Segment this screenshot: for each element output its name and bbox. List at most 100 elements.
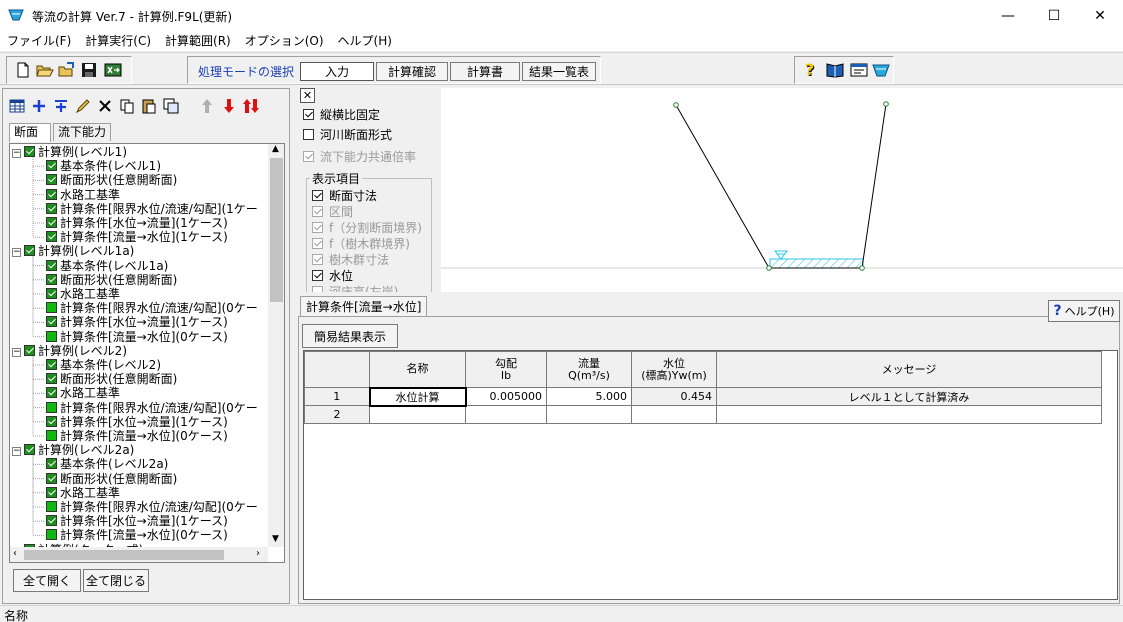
tree-item[interactable]: 断面形状(任意開断面) — [46, 173, 177, 187]
mode-result-list-button[interactable]: 結果一覧表 — [522, 62, 596, 81]
tree-checkbox[interactable] — [46, 472, 57, 484]
option-fixed-aspect[interactable]: 縦横比固定 — [303, 106, 380, 124]
scroll-right-icon[interactable]: › — [256, 548, 260, 559]
row-number[interactable]: 2 — [304, 405, 370, 424]
fixed-aspect-checkbox[interactable] — [303, 109, 314, 120]
display-item-checkbox[interactable] — [312, 190, 323, 201]
tree-checkbox[interactable] — [46, 217, 57, 228]
menu-calc-range[interactable]: 計算範囲(R) — [158, 31, 238, 51]
cell-flow[interactable] — [546, 405, 632, 424]
collapse-icon[interactable]: − — [12, 447, 21, 457]
mode-input-button[interactable]: 入力 — [300, 62, 374, 81]
help-question-icon[interactable]: ?? — [801, 60, 821, 80]
tree-group-node[interactable]: − 計算例(レベル2a) — [12, 443, 134, 457]
tree-checkbox[interactable] — [46, 302, 57, 314]
tree-checkbox[interactable] — [46, 202, 57, 214]
tree-item[interactable]: 断面形状(任意開断面) — [46, 273, 177, 287]
tree-item[interactable]: 断面形状(任意開断面) — [46, 472, 177, 486]
cell-slope[interactable]: 0.005000 — [465, 387, 547, 406]
tree-item[interactable]: 水路工基準 — [46, 188, 120, 202]
tree-group-node[interactable]: − 計算例(レベル1a) — [12, 244, 134, 258]
export-icon[interactable] — [103, 60, 123, 80]
tree-checkbox[interactable] — [46, 415, 57, 427]
tree-checkbox[interactable] — [46, 529, 57, 541]
section-drawing-canvas[interactable] — [441, 88, 1123, 292]
tree-item[interactable]: 計算条件[水位→流量](1ケース) — [46, 216, 228, 230]
tree-checkbox[interactable] — [46, 330, 57, 342]
tree-checkbox[interactable] — [46, 288, 57, 299]
scroll-down-icon[interactable]: ▼ — [272, 534, 279, 544]
tree-horizontal-scroll-thumb[interactable] — [24, 550, 224, 560]
tree-item[interactable]: 計算条件[水位→流量](1ケース) — [46, 415, 228, 429]
manual-book-icon[interactable] — [825, 60, 845, 80]
cell-name[interactable]: 水位計算 — [368, 386, 467, 407]
tree-checkbox[interactable] — [46, 273, 57, 285]
tree-checkbox[interactable] — [46, 458, 57, 470]
tree-item[interactable]: 計算条件[限界水位/流速/勾配](0ケー — [46, 401, 258, 415]
close-button[interactable]: ✕ — [1077, 0, 1123, 31]
new-file-icon[interactable] — [13, 60, 33, 80]
tree-checkbox[interactable] — [46, 231, 57, 243]
tree-item[interactable]: 水路工基準 — [46, 486, 120, 500]
table-row[interactable]: 1 水位計算 0.005000 5.000 0.454 レベル１として計算済み — [304, 386, 1102, 407]
tree-item[interactable]: 計算条件[流量→水位](0ケース) — [46, 528, 228, 542]
tree-checkbox[interactable] — [46, 401, 57, 413]
tree-checkbox[interactable] — [24, 146, 35, 157]
row-number[interactable]: 1 — [304, 387, 370, 406]
cell-flow[interactable]: 5.000 — [546, 387, 632, 406]
tree-checkbox[interactable] — [46, 359, 57, 370]
edit-pencil-icon[interactable] — [73, 95, 93, 117]
tree-item[interactable]: 水路工基準 — [46, 386, 120, 400]
tree-checkbox[interactable] — [46, 316, 57, 328]
menu-calc-run[interactable]: 計算実行(C) — [78, 31, 158, 51]
app-icon[interactable] — [871, 60, 891, 80]
collapse-icon[interactable]: − — [12, 347, 21, 357]
tree-checkbox[interactable] — [46, 501, 57, 512]
display-item-option[interactable]: 水位 — [312, 268, 353, 284]
tree-horizontal-scrollbar[interactable]: ‹ › — [10, 547, 268, 562]
delete-x-icon[interactable] — [95, 95, 115, 117]
tree-item[interactable]: 計算条件[水位→流量](1ケース) — [46, 514, 228, 528]
simple-result-button[interactable]: 簡易結果表示 — [302, 324, 398, 348]
tree-item[interactable]: 計算条件[水位→流量](1ケース) — [46, 315, 228, 329]
tree-checkbox[interactable] — [46, 486, 57, 498]
tree-item[interactable]: 基本条件(レベル2a) — [46, 457, 168, 471]
table-view-icon[interactable] — [7, 95, 27, 117]
river-section-checkbox[interactable] — [303, 129, 314, 140]
open-folder-icon[interactable] — [35, 60, 55, 80]
menu-file[interactable]: ファイル(F) — [0, 31, 78, 51]
maximize-button[interactable]: ☐ — [1031, 0, 1077, 31]
tree-checkbox[interactable] — [46, 373, 57, 385]
tree-vertical-scroll-thumb[interactable] — [270, 158, 283, 302]
tree-item[interactable]: 断面形状(任意開断面) — [46, 372, 177, 386]
tree-checkbox[interactable] — [24, 344, 35, 356]
help-button[interactable]: ? ヘルプ(H) — [1048, 300, 1120, 322]
tree-item[interactable]: 計算条件[流量→水位](0ケース) — [46, 429, 228, 443]
move-up-icon[interactable] — [197, 95, 217, 117]
scroll-left-icon[interactable]: ‹ — [13, 548, 17, 559]
tree-checkbox[interactable] — [46, 515, 57, 527]
close-options-button[interactable]: ✕ — [300, 88, 315, 103]
duplicate-icon[interactable] — [161, 95, 181, 117]
menu-option[interactable]: オプション(O) — [238, 31, 331, 51]
option-river-section[interactable]: 河川断面形式 — [303, 126, 392, 144]
tree-group-node[interactable]: − 計算例(レベル2) — [12, 344, 127, 358]
collapse-icon[interactable]: − — [12, 248, 21, 258]
tree-vertical-scrollbar[interactable]: ▲ ▼ — [268, 144, 284, 547]
swap-icon[interactable] — [241, 95, 261, 117]
tab-section[interactable]: 断面 — [9, 123, 51, 142]
move-down-icon[interactable] — [219, 95, 239, 117]
minimize-button[interactable]: — — [985, 0, 1031, 31]
expand-all-button[interactable]: 全て開く — [13, 569, 81, 592]
tree-item[interactable]: 計算条件[限界水位/流速/勾配](0ケー — [46, 500, 258, 514]
mode-report-button[interactable]: 計算書 — [450, 62, 520, 81]
cell-slope[interactable] — [465, 405, 547, 424]
tree-checkbox[interactable] — [46, 387, 57, 399]
scroll-up-icon[interactable]: ▲ — [272, 144, 279, 154]
cell-name[interactable] — [369, 405, 466, 424]
tab-flow-capacity[interactable]: 流下能力 — [53, 123, 111, 141]
tab-calc-flow-to-level[interactable]: 計算条件[流量→水位] — [300, 296, 428, 316]
tree-item[interactable]: 計算条件[限界水位/流速/勾配](1ケー — [46, 202, 258, 216]
tree-group-node[interactable]: − 計算例(レベル1) — [12, 145, 127, 159]
menu-help[interactable]: ヘルプ(H) — [331, 31, 399, 51]
